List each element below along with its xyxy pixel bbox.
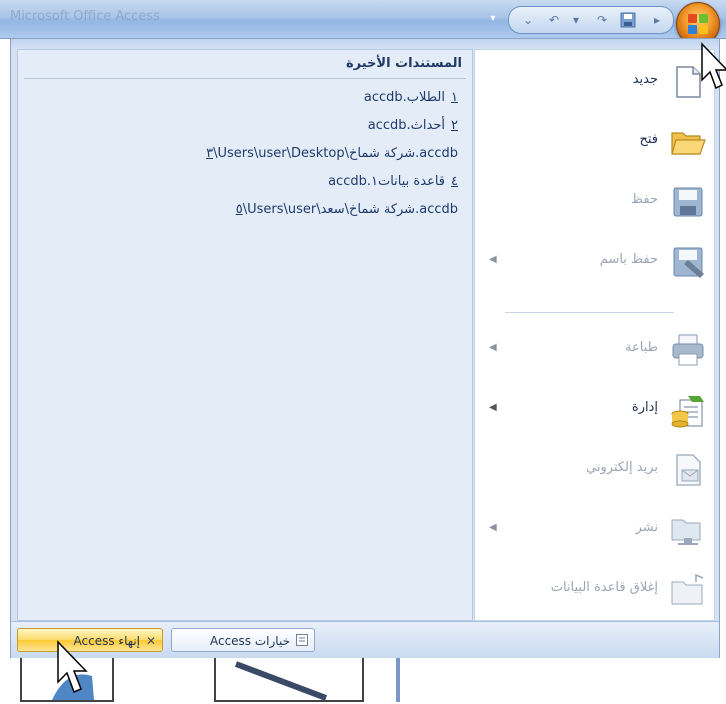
command-email[interactable]: بريد إلكتروني [475,440,714,500]
save-as-icon [673,247,704,278]
exit-access-button[interactable]: ✕إنهاء Access [17,628,163,652]
options-icon [296,629,308,653]
window-edge-line [396,658,400,702]
publish-icon [671,519,701,545]
recent-item[interactable]: ٥\Users\user\شركة شماخ\سعد.accdb [230,202,458,217]
command-print[interactable]: طباعة ◀ [475,320,714,380]
submenu-arrow-icon: ◀ [489,342,497,353]
command-label: إدارة [631,400,658,415]
qat-customize-dropdown-icon[interactable]: ▾ [486,12,500,26]
command-label: إغلاق قاعدة البيانات [550,580,658,595]
qat-dropdown-button[interactable]: ⌄ [517,11,539,29]
command-new[interactable]: جديد [475,52,714,112]
command-label: نشر [635,520,658,535]
recent-item[interactable]: ٤قاعدة بيانات١.accdb [328,174,458,189]
mouse-cursor-icon [57,640,88,694]
quick-access-toolbar: ⌄ ↶ ▾ ↷ ▸ [508,6,674,34]
recent-item[interactable]: ٣\Users\user\Desktop\شركة شماخ.accdb [200,146,458,161]
command-label: فتح [639,132,658,147]
office-logo-icon [688,14,708,34]
save-disk-icon [673,187,703,217]
access-options-label: خيارات Access [209,634,290,648]
command-label: حفظ [631,192,658,207]
command-save-as[interactable]: حفظ باسم ◀ [475,232,714,292]
redo-icon[interactable]: ↷ [591,11,613,29]
menu-bottom-bar: ✕إنهاء Access خيارات Access [11,621,719,658]
command-label: جديد [632,72,658,87]
command-manage[interactable]: إدارة ◀ [475,380,714,440]
email-icon [676,454,701,486]
commands-separator [505,312,674,313]
mouse-cursor-icon [701,42,726,90]
command-open[interactable]: فتح [475,112,714,172]
command-label: حفظ باسم [599,252,658,267]
open-folder-icon [671,132,706,155]
menu-top-strip [11,39,719,49]
command-label: بريد إلكتروني [586,460,658,475]
recent-item[interactable]: ٢أحداث.accdb [368,118,458,133]
title-bar: Microsoft Office Access ▾ ⌄ ↶ ▾ ↷ ▸ [0,0,726,46]
manage-database-icon [671,396,704,428]
recent-documents-title: المستندات الأخيرة [345,56,462,71]
command-close-database[interactable]: إغلاق قاعدة البيانات [475,560,714,620]
recent-divider [24,78,466,79]
close-database-icon [671,573,704,605]
background-tile [214,658,364,702]
submenu-arrow-icon: ◀ [489,402,497,413]
printer-icon [672,334,704,366]
recent-documents-panel: المستندات الأخيرة ١الطلاب.accdb ٢أحداث.a… [17,49,473,621]
menu-commands: جديد فتح حفظ حفظ باسم ◀ طباعة ◀ إدارة ◀ … [474,49,715,621]
recent-item[interactable]: ١الطلاب.accdb [364,90,458,105]
close-x-icon: ✕ [145,634,156,648]
qat-overflow-icon[interactable]: ▸ [647,11,667,29]
office-menu: المستندات الأخيرة ١الطلاب.accdb ٢أحداث.a… [10,38,720,658]
undo-icon[interactable]: ↶ [543,11,565,29]
access-options-button[interactable]: خيارات Access [171,628,315,652]
command-label: طباعة [625,340,658,355]
undo-dropdown-icon[interactable]: ▾ [569,11,583,29]
below-menu-area [0,658,726,702]
save-icon[interactable] [617,11,639,29]
command-publish[interactable]: نشر ◀ [475,500,714,560]
submenu-arrow-icon: ◀ [489,522,497,533]
command-save[interactable]: حفظ [475,172,714,232]
submenu-arrow-icon: ◀ [489,254,497,265]
window-title: Microsoft Office Access [10,9,160,24]
